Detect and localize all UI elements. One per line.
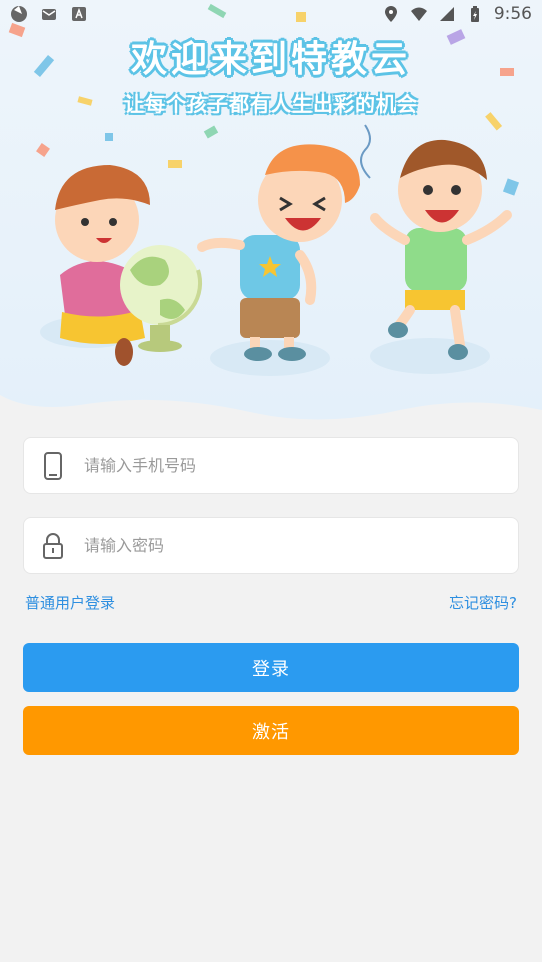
aperture-icon [11,6,27,22]
password-field[interactable] [23,517,519,574]
activate-button[interactable]: 激活 [23,706,519,755]
login-button[interactable]: 登录 [23,643,519,692]
wifi-icon [410,7,427,21]
font-icon [72,7,86,21]
phone-field[interactable] [23,437,519,494]
lock-icon [43,532,63,559]
phone-icon [44,451,62,480]
mail-icon [42,9,56,20]
normal-login-link[interactable]: 普通用户登录 [25,592,115,613]
forgot-password-link[interactable]: 忘记密码? [449,592,517,613]
status-time: 9:56 [493,4,532,24]
signal-icon [439,7,454,21]
location-icon [384,6,397,22]
hero-illustration: 欢迎来到特教云 让每个孩子都有人生出彩的机会 [0,0,542,425]
banner-subtitle: 让每个孩子都有人生出彩的机会 [124,92,418,116]
password-input[interactable] [82,535,486,556]
banner-title: 欢迎来到特教云 [130,39,411,80]
status-bar: 9:56 [0,0,542,28]
battery-icon [470,6,479,22]
phone-input[interactable] [82,455,486,476]
